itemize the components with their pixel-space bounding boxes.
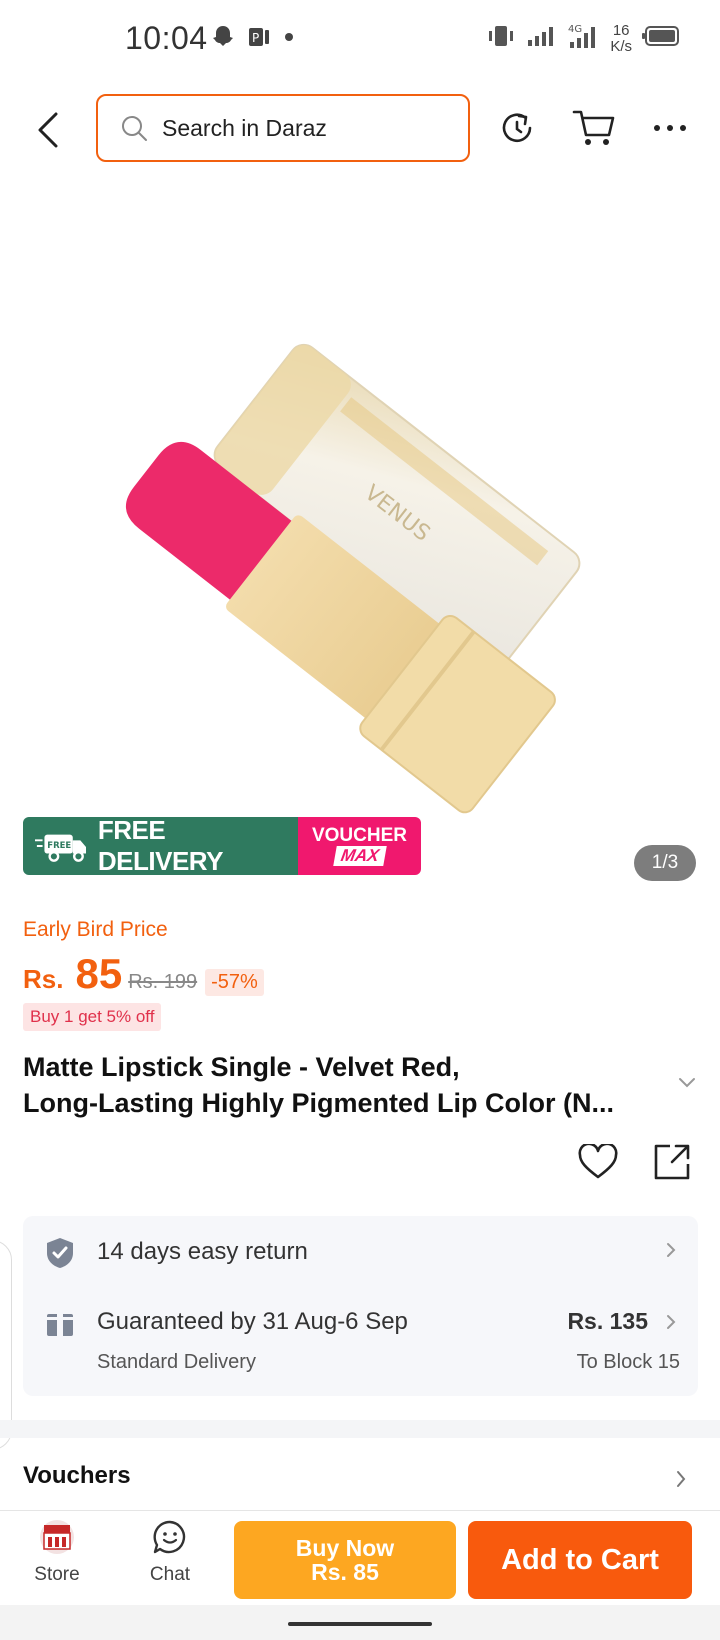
home-gesture-bar[interactable]: [288, 1622, 432, 1626]
share-button[interactable]: [650, 1140, 694, 1184]
bottom-action-bar: Store Chat Buy Now Rs. 85 Add to Cart: [0, 1510, 720, 1605]
store-icon: [40, 1520, 74, 1554]
voucher-text: VOUCHER: [311, 825, 407, 846]
header: Search in Daraz: [0, 90, 720, 170]
free-delivery-badge: FREE FREE DELIVERY: [23, 817, 298, 875]
cart-button[interactable]: [570, 104, 618, 152]
cart-icon: [572, 110, 615, 145]
delivery-location: To Block 15: [576, 1351, 680, 1373]
side-tab[interactable]: [0, 1240, 12, 1450]
vibrate-icon: [486, 24, 516, 53]
title-line-2: Long-Lasting Highly Pigmented Lip Color …: [23, 1088, 614, 1118]
app-notification-icon: P: [246, 24, 272, 55]
dot-icon: [282, 30, 296, 49]
buy-now-label: Buy Now: [295, 1535, 395, 1561]
promo-banner: FREE FREE DELIVERY VOUCHER MAX: [23, 817, 421, 875]
vouchers-heading[interactable]: Vouchers: [23, 1462, 131, 1490]
more-button[interactable]: [646, 104, 694, 152]
delivery-row[interactable]: Guaranteed by 31 Aug-6 Sep Standard Deli…: [23, 1288, 698, 1396]
status-right: 4G 16 K/s: [486, 22, 680, 55]
return-policy-text: 14 days easy return: [97, 1238, 308, 1265]
vouchers-chevron[interactable]: [676, 1470, 686, 1493]
lipstick-image: VENUS: [126, 343, 581, 814]
signal-icon: [526, 24, 556, 53]
promo-tag[interactable]: Buy 1 get 5% off: [23, 1003, 162, 1031]
chevron-right-icon: [666, 1314, 676, 1335]
currency: Rs.: [23, 964, 64, 994]
early-bird-label: Early Bird Price: [23, 918, 168, 941]
voucher-max-badge: VOUCHER MAX: [298, 817, 421, 875]
net-speed-unit: K/s: [610, 37, 632, 55]
discount-badge: -57%: [205, 969, 264, 996]
original-price: Rs. 199: [128, 971, 198, 993]
svg-text:FREE: FREE: [47, 841, 71, 851]
share-icon: [654, 1144, 690, 1180]
svg-text:P: P: [252, 31, 259, 45]
battery-icon: [642, 25, 680, 52]
wishlist-button[interactable]: [576, 1140, 620, 1184]
delivery-fee: Rs. 135: [567, 1308, 648, 1334]
notification-icons: P: [210, 24, 296, 55]
search-placeholder: Search in Daraz: [162, 114, 327, 141]
delivery-type: Standard Delivery: [97, 1351, 256, 1373]
net-speed-value: 16: [612, 21, 630, 39]
signal-4g-icon: 4G: [566, 22, 600, 55]
history-button[interactable]: [493, 104, 541, 152]
delivery-card: 14 days easy return Guaranteed by 31 Aug…: [23, 1216, 698, 1396]
free-delivery-text: FREE DELIVERY: [97, 817, 224, 875]
expand-title-button[interactable]: [678, 1076, 696, 1094]
buy-now-price: Rs. 85: [311, 1559, 379, 1585]
more-dots-icon: [654, 125, 686, 131]
add-to-cart-label: Add to Cart: [501, 1543, 659, 1576]
svg-text:4G: 4G: [568, 24, 582, 35]
chat-icon: [153, 1520, 186, 1554]
snapchat-icon: [210, 24, 236, 55]
net-speed: 16 K/s: [610, 21, 632, 55]
product-image[interactable]: VENUS: [0, 210, 720, 890]
back-button[interactable]: [28, 108, 68, 152]
chevron-right-icon: [666, 1242, 676, 1263]
product-title[interactable]: Matte Lipstick Single - Velvet Red, Long…: [23, 1049, 663, 1121]
heart-icon: [578, 1144, 618, 1179]
search-input[interactable]: Search in Daraz: [96, 94, 470, 162]
chat-label: Chat: [149, 1564, 191, 1585]
status-time: 10:04: [125, 20, 208, 56]
store-button[interactable]: Store: [17, 1519, 97, 1586]
status-bar: 10:04 P 4G 16 K/s: [0, 0, 720, 80]
title-line-1: Matte Lipstick Single - Velvet Red,: [23, 1052, 460, 1082]
image-page-indicator: 1/3: [634, 845, 696, 881]
store-label: Store: [34, 1564, 80, 1585]
price-row: Rs. 85 Rs. 199 -57%: [23, 950, 264, 998]
shield-check-icon: [45, 1236, 75, 1275]
buy-now-button[interactable]: Buy Now Rs. 85: [234, 1521, 456, 1599]
max-text: MAX: [332, 846, 387, 866]
package-icon: [45, 1308, 75, 1343]
chat-button[interactable]: Chat: [130, 1519, 210, 1586]
gesture-area: [0, 1605, 720, 1640]
return-policy-row[interactable]: 14 days easy return: [23, 1216, 698, 1288]
guarantee-text: Guaranteed by 31 Aug-6 Sep: [97, 1308, 408, 1335]
search-icon: [122, 116, 147, 141]
history-icon: [502, 113, 532, 143]
add-to-cart-button[interactable]: Add to Cart: [468, 1521, 692, 1599]
back-arrow-icon: [38, 112, 58, 148]
chevron-right-icon: [677, 1471, 686, 1487]
delivery-truck-icon: FREE: [35, 834, 87, 862]
current-price: 85: [75, 950, 123, 997]
section-divider: [0, 1420, 720, 1438]
chevron-down-icon: [679, 1078, 695, 1088]
